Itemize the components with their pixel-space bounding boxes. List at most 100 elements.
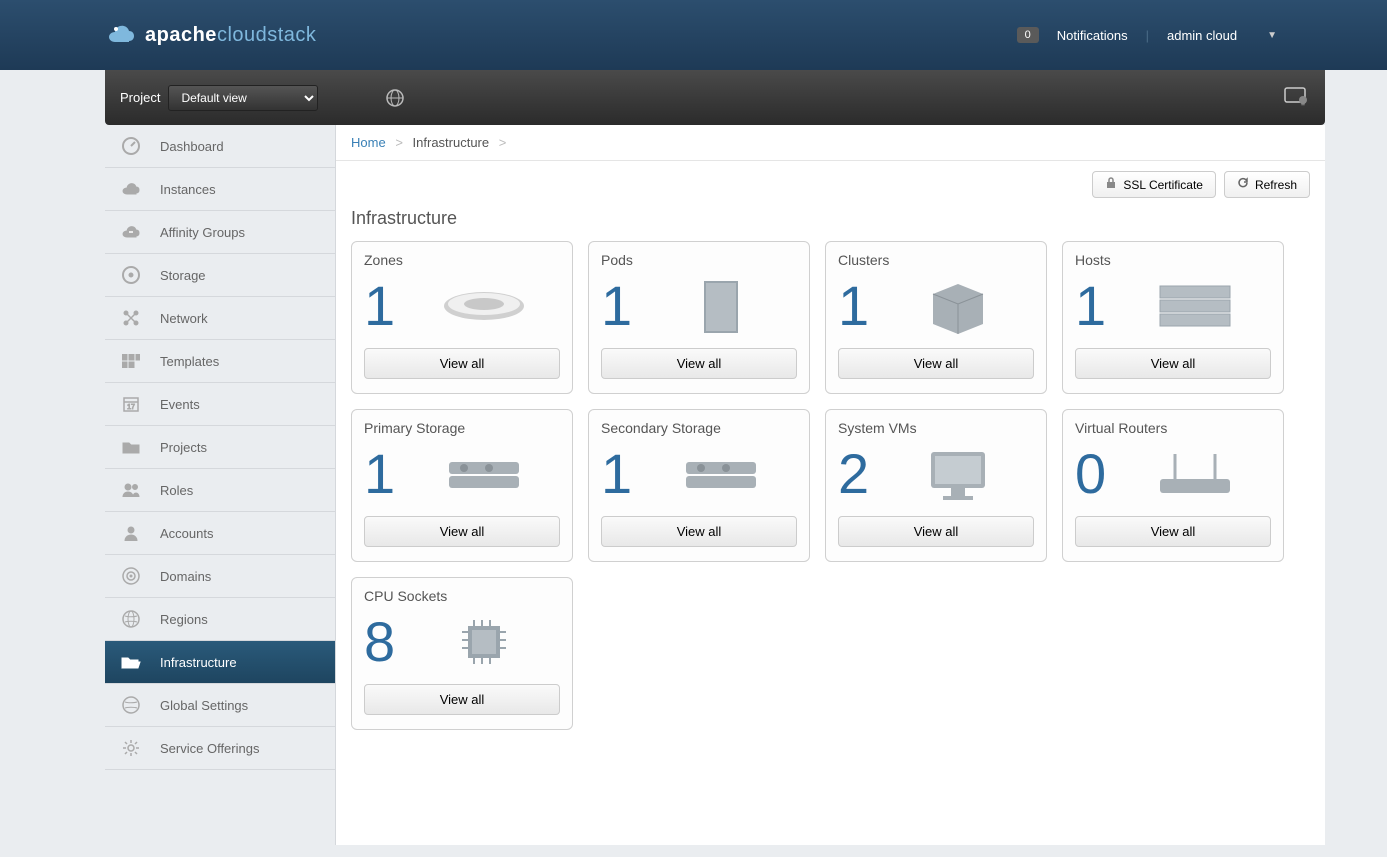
sidebar-item-templates[interactable]: Templates <box>105 340 335 383</box>
sidebar-item-label: Events <box>160 397 200 412</box>
card-title: Zones <box>364 252 560 268</box>
card-clusters: Clusters 1 View all <box>825 241 1047 394</box>
actions-bar: SSL Certificate Refresh <box>336 161 1325 208</box>
folder-open-icon <box>120 651 142 673</box>
storage-icon <box>644 454 797 494</box>
globe-icon <box>120 608 142 630</box>
card-title: Hosts <box>1075 252 1271 268</box>
breadcrumb-home[interactable]: Home <box>351 135 386 150</box>
refresh-button[interactable]: Refresh <box>1224 171 1310 198</box>
cards-grid: Zones 1 View all Pods 1 View all Cluster… <box>336 241 1325 730</box>
sidebar-item-storage[interactable]: Storage <box>105 254 335 297</box>
gauge-icon <box>120 135 142 157</box>
breadcrumb: Home > Infrastructure > <box>336 125 1325 161</box>
card-count: 1 <box>364 278 395 334</box>
cpu-icon <box>407 612 560 672</box>
project-label: Project <box>120 90 160 105</box>
view-all-button[interactable]: View all <box>364 684 560 715</box>
zone-icon <box>407 286 560 326</box>
page-title: Infrastructure <box>336 208 1325 241</box>
card-count: 1 <box>601 446 632 502</box>
logo[interactable]: apachecloudstack <box>105 19 316 51</box>
sidebar-item-service-offerings[interactable]: Service Offerings <box>105 727 335 770</box>
lock-icon <box>1105 177 1117 192</box>
card-title: Pods <box>601 252 797 268</box>
sidebar-item-label: Infrastructure <box>160 655 237 670</box>
sidebar-item-regions[interactable]: Regions <box>105 598 335 641</box>
sidebar-item-events[interactable]: 17 Events <box>105 383 335 426</box>
sidebar-item-infrastructure[interactable]: Infrastructure <box>105 641 335 684</box>
notifications-link[interactable]: Notifications <box>1057 28 1128 43</box>
main-content: Home > Infrastructure > SSL Certificate … <box>335 125 1325 845</box>
card-title: Clusters <box>838 252 1034 268</box>
sidebar-item-label: Projects <box>160 440 207 455</box>
sidebar-item-label: Templates <box>160 354 219 369</box>
sidebar-item-label: Instances <box>160 182 216 197</box>
card-hosts: Hosts 1 View all <box>1062 241 1284 394</box>
cloud-logo-icon <box>105 19 137 51</box>
target-icon <box>120 565 142 587</box>
sidebar-item-domains[interactable]: Domains <box>105 555 335 598</box>
view-all-button[interactable]: View all <box>1075 348 1271 379</box>
router-icon <box>1118 449 1271 499</box>
header-right: 0 Notifications | admin cloud ▼ <box>1017 27 1327 43</box>
view-all-button[interactable]: View all <box>601 516 797 547</box>
card-virtual-routers: Virtual Routers 0 View all <box>1062 409 1284 562</box>
card-count: 1 <box>1075 278 1106 334</box>
card-count: 0 <box>1075 446 1106 502</box>
sidebar-item-projects[interactable]: Projects <box>105 426 335 469</box>
sidebar-item-label: Global Settings <box>160 698 248 713</box>
sidebar-item-label: Domains <box>160 569 211 584</box>
sidebar-item-instances[interactable]: Instances <box>105 168 335 211</box>
user-menu[interactable]: admin cloud ▼ <box>1167 28 1277 43</box>
sidebar-item-label: Network <box>160 311 208 326</box>
view-all-button[interactable]: View all <box>364 516 560 547</box>
pod-icon <box>644 276 797 336</box>
sidebar-item-accounts[interactable]: Accounts <box>105 512 335 555</box>
globe-icon[interactable] <box>383 86 407 110</box>
view-all-button[interactable]: View all <box>838 516 1034 547</box>
breadcrumb-separator: > <box>499 135 507 150</box>
logo-text: apachecloudstack <box>145 24 316 47</box>
toolbar: Project Default view <box>105 70 1325 125</box>
globe-settings-icon <box>120 694 142 716</box>
project-select[interactable]: Default view <box>168 85 318 111</box>
users-icon <box>120 479 142 501</box>
sidebar-item-label: Roles <box>160 483 193 498</box>
notification-count-badge[interactable]: 0 <box>1017 27 1039 43</box>
card-system-vms: System VMs 2 View all <box>825 409 1047 562</box>
sidebar-item-roles[interactable]: Roles <box>105 469 335 512</box>
card-primary-storage: Primary Storage 1 View all <box>351 409 573 562</box>
cluster-icon <box>881 279 1034 334</box>
sidebar-item-dashboard[interactable]: Dashboard <box>105 125 335 168</box>
breadcrumb-current: Infrastructure <box>413 135 490 150</box>
view-all-button[interactable]: View all <box>364 348 560 379</box>
sidebar-item-affinity-groups[interactable]: Affinity Groups <box>105 211 335 254</box>
certificate-icon[interactable] <box>1284 86 1310 109</box>
card-title: System VMs <box>838 420 1034 436</box>
svg-text:17: 17 <box>127 404 135 411</box>
card-secondary-storage: Secondary Storage 1 View all <box>588 409 810 562</box>
card-count: 1 <box>838 278 869 334</box>
sidebar: Dashboard Instances Affinity Groups Stor… <box>105 125 335 845</box>
host-icon <box>1118 281 1271 331</box>
sidebar-item-network[interactable]: Network <box>105 297 335 340</box>
chevron-down-icon: ▼ <box>1267 30 1277 41</box>
view-all-button[interactable]: View all <box>1075 516 1271 547</box>
sidebar-item-label: Service Offerings <box>160 741 259 756</box>
disk-icon <box>120 264 142 286</box>
refresh-icon <box>1237 177 1249 192</box>
view-all-button[interactable]: View all <box>601 348 797 379</box>
card-title: Secondary Storage <box>601 420 797 436</box>
card-count: 1 <box>364 446 395 502</box>
sidebar-item-label: Affinity Groups <box>160 225 245 240</box>
user-name: admin cloud <box>1167 28 1237 43</box>
sidebar-item-global-settings[interactable]: Global Settings <box>105 684 335 727</box>
folder-icon <box>120 436 142 458</box>
header-bar: apachecloudstack 0 Notifications | admin… <box>0 0 1387 70</box>
card-title: CPU Sockets <box>364 588 560 604</box>
ssl-certificate-button[interactable]: SSL Certificate <box>1092 171 1216 198</box>
card-title: Virtual Routers <box>1075 420 1271 436</box>
view-all-button[interactable]: View all <box>838 348 1034 379</box>
gear-icon <box>120 737 142 759</box>
